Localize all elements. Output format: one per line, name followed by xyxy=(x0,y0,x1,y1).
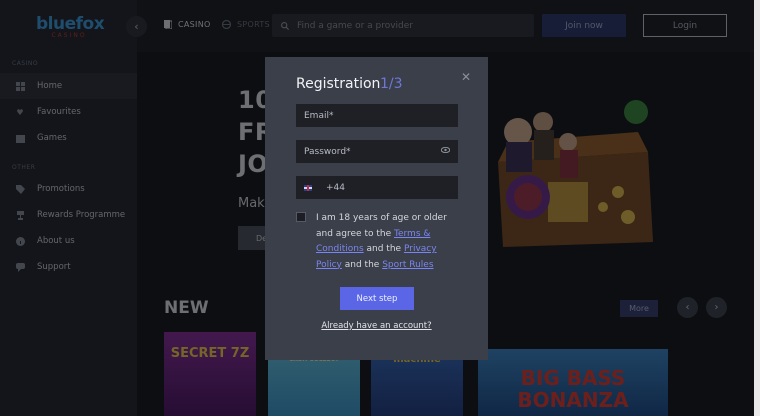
chevron-right-icon: › xyxy=(714,302,719,313)
sidebar-item-support[interactable]: Support xyxy=(0,254,137,280)
heart-icon: ♥ xyxy=(16,107,24,117)
tag-icon xyxy=(15,184,25,194)
game-tile-big-bass-bonanza[interactable]: BIG BASS BONANZA xyxy=(478,349,668,416)
password-field[interactable]: Password* xyxy=(296,140,458,163)
app-root: { "brand": {"name": "bluefox", "tagline"… xyxy=(0,0,760,416)
grid-icon xyxy=(15,81,25,91)
sport-rules-link[interactable]: Sport Rules xyxy=(382,260,433,270)
gift-icon xyxy=(15,133,25,143)
brand-logo[interactable]: bluefox CASINO xyxy=(36,14,105,44)
sidebar-item-label: Home xyxy=(37,81,63,91)
cards-icon xyxy=(164,20,172,29)
hero-headline-line3: JO xyxy=(238,150,269,178)
sidebar-item-label: About us xyxy=(37,236,75,246)
search-placeholder: Find a game or a provider xyxy=(297,20,414,31)
new-games-title: NEW xyxy=(164,298,209,318)
sidebar-item-promotions[interactable]: Promotions xyxy=(0,176,137,202)
registration-modal: Registration 1/3 ✕ Email* Password* +44 … xyxy=(265,57,488,360)
phone-field[interactable]: +44 xyxy=(296,176,458,199)
sidebar-item-home[interactable]: Home xyxy=(0,73,137,99)
sidebar-item-games[interactable]: Games xyxy=(0,125,137,151)
collapse-sidebar-button[interactable]: ‹ xyxy=(126,16,147,37)
sidebar-section-casino: CASINO xyxy=(12,60,39,67)
email-placeholder: Email* xyxy=(304,110,334,121)
uk-flag-icon[interactable] xyxy=(304,184,312,191)
tab-sports[interactable]: SPORTS xyxy=(222,20,270,29)
carousel-prev-button[interactable]: ‹ xyxy=(677,297,698,318)
sidebar-item-label: Support xyxy=(37,262,71,272)
search-icon xyxy=(281,21,289,30)
login-button[interactable]: Login xyxy=(643,14,727,37)
tab-casino-label: CASINO xyxy=(178,20,211,29)
chevron-left-icon: ‹ xyxy=(134,20,139,33)
close-icon[interactable]: ✕ xyxy=(461,70,471,84)
sidebar-item-label: Promotions xyxy=(37,184,85,194)
hero-treasure-chest-illustration xyxy=(498,100,653,247)
chevron-left-icon: ‹ xyxy=(685,302,690,313)
sidebar-section-other: OTHER xyxy=(12,164,36,171)
more-button[interactable]: More xyxy=(620,300,658,317)
game-tile-secret-7z[interactable]: SECRET 7Z xyxy=(164,332,256,416)
ball-icon xyxy=(222,20,231,29)
carousel-next-button[interactable]: › xyxy=(706,297,727,318)
sidebar-item-label: Rewards Programme xyxy=(37,210,126,220)
terms-checkbox[interactable] xyxy=(296,212,306,222)
game-tile-title: SECRET 7Z xyxy=(170,346,250,361)
next-step-button[interactable]: Next step xyxy=(340,287,414,310)
info-icon xyxy=(15,236,25,246)
page-scrollbar[interactable] xyxy=(754,0,760,416)
sidebar-item-label: Games xyxy=(37,133,67,143)
eye-icon[interactable] xyxy=(441,147,450,153)
terms-and-text-2: and the xyxy=(344,259,380,270)
sidebar: bluefox CASINO CASINO Home ♥ Favourites … xyxy=(0,0,137,416)
sidebar-item-rewards[interactable]: Rewards Programme xyxy=(0,202,137,228)
chat-icon xyxy=(15,262,25,272)
sidebar-item-favourites[interactable]: ♥ Favourites xyxy=(0,99,137,125)
terms-and-text: and the xyxy=(366,244,402,254)
tab-sports-label: SPORTS xyxy=(237,20,270,29)
search-input[interactable]: Find a game or a provider xyxy=(272,14,534,37)
brand-logo-wordmark: bluefox xyxy=(36,14,105,34)
tab-casino[interactable]: CASINO xyxy=(164,20,211,29)
already-have-account-link[interactable]: Already have an account? xyxy=(265,321,488,331)
phone-prefix: +44 xyxy=(326,182,345,193)
terms-text: I am 18 years of age or older and agree … xyxy=(316,211,462,273)
trophy-icon xyxy=(15,210,25,220)
sidebar-item-label: Favourites xyxy=(37,107,81,117)
modal-step-indicator: 1/3 xyxy=(380,76,403,92)
password-placeholder: Password* xyxy=(304,146,351,157)
email-field[interactable]: Email* xyxy=(296,104,458,127)
sidebar-item-about[interactable]: About us xyxy=(0,228,137,254)
modal-title: Registration xyxy=(296,76,381,92)
game-tile-title: BIG BASS BONANZA xyxy=(517,366,629,412)
join-now-button[interactable]: Join now xyxy=(542,14,626,37)
